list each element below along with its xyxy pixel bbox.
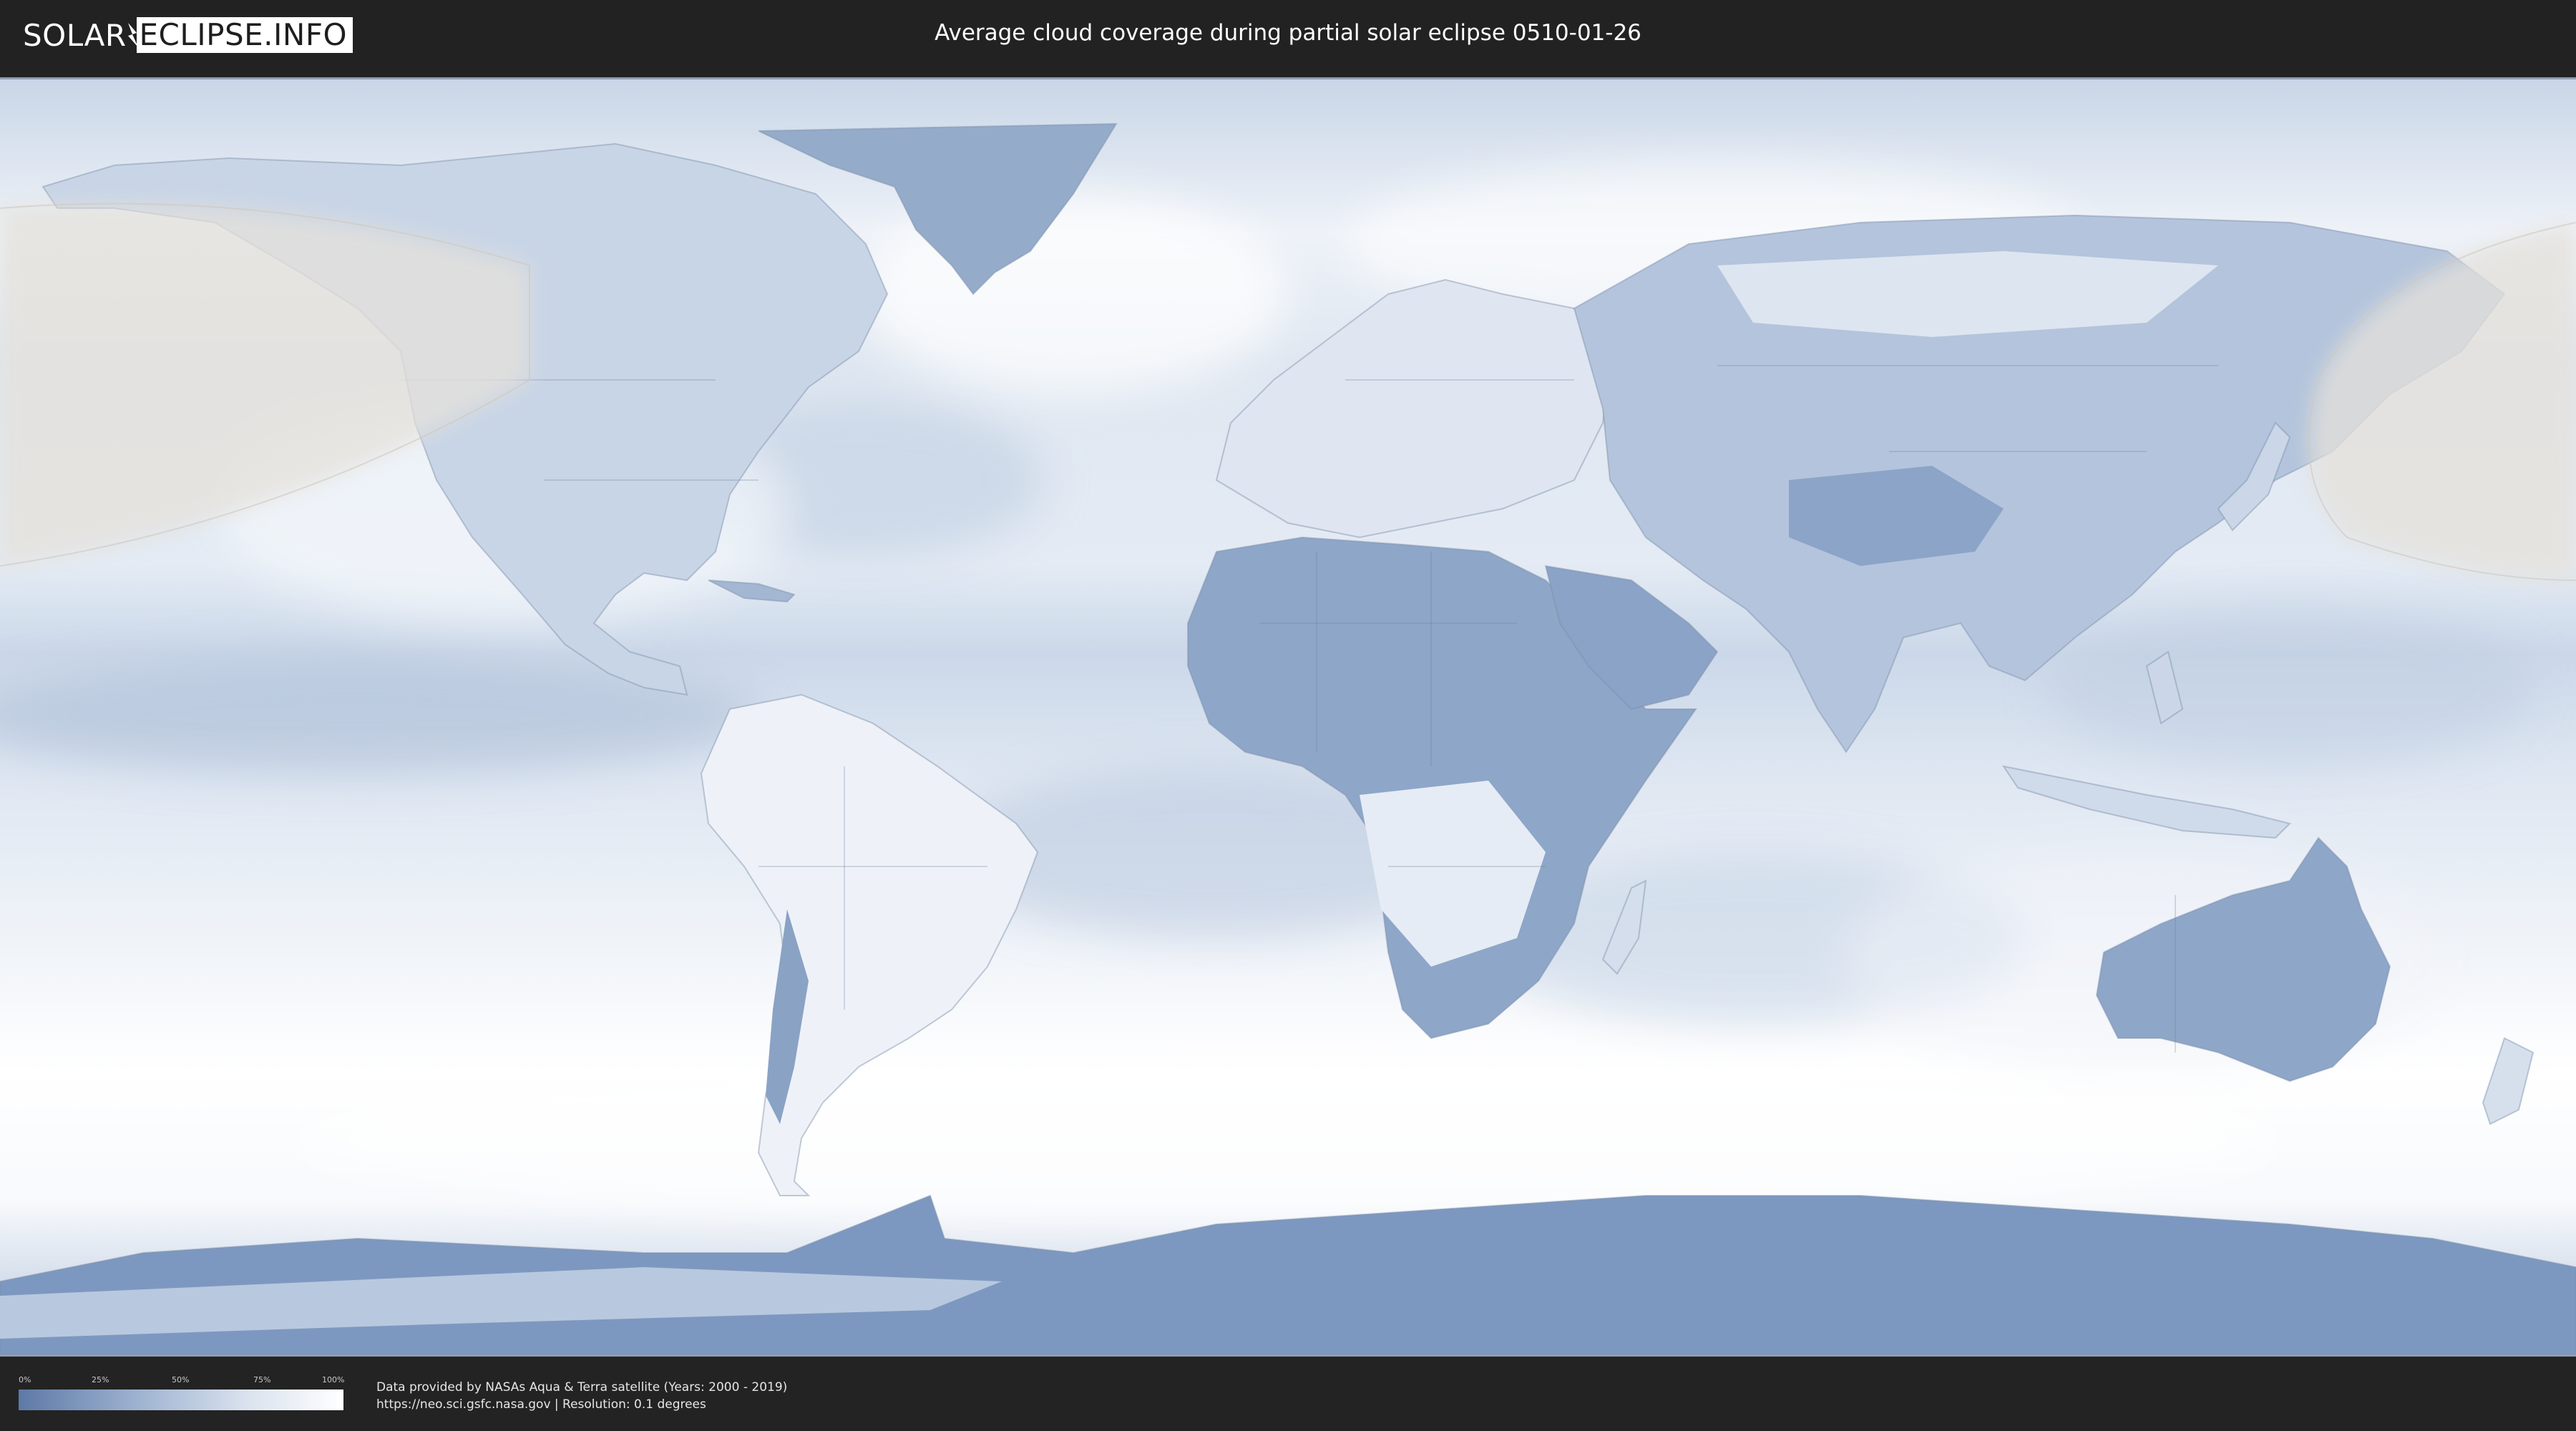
legend-color-bar [19, 1390, 343, 1410]
cloud-coverage-map[interactable] [0, 77, 2576, 1357]
legend-tick-75: 75% [253, 1375, 271, 1384]
cloud-coverage-legend: 0% 25% 50% 75% 100% [19, 1375, 345, 1415]
footer-bar: 0% 25% 50% 75% 100% Data provided by NAS… [0, 1359, 2576, 1431]
map-canvas [0, 79, 2576, 1354]
data-source-link[interactable]: https://neo.sci.gsfc.nasa.gov | Resoluti… [376, 1397, 706, 1412]
page-title: Average cloud coverage during partial so… [935, 20, 1641, 46]
header-bar: SOLAR ECLIPSE.INFO Average cloud coverag… [0, 0, 2576, 72]
data-credit: Data provided by NASAs Aqua & Terra sate… [376, 1380, 788, 1395]
legend-tick-50: 50% [172, 1375, 190, 1384]
legend-tick-0: 0% [19, 1375, 31, 1384]
legend-tick-100: 100% [322, 1375, 345, 1384]
legend-tick-25: 25% [92, 1375, 109, 1384]
